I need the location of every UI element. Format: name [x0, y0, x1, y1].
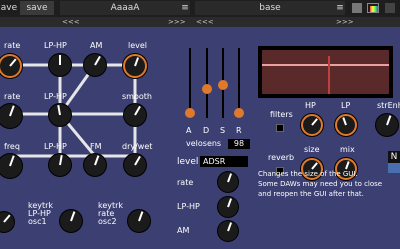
mod-lphp-knob[interactable]: [218, 197, 238, 217]
sustain-label: S: [220, 126, 226, 135]
lphp-knob-2[interactable]: [49, 104, 71, 126]
gui-size-button[interactable]: [388, 163, 400, 173]
save-button[interactable]: save: [20, 1, 54, 15]
smooth-label: smooth: [122, 92, 152, 101]
lphp-label-3: LP-HP: [44, 142, 67, 151]
velosens-value[interactable]: 98: [228, 139, 250, 149]
lphp-knob-1[interactable]: [49, 54, 71, 76]
keytrk-lphp-knob[interactable]: [60, 210, 82, 232]
extra-icon[interactable]: [385, 3, 395, 13]
gui-size-n-button[interactable]: N: [388, 151, 400, 163]
fm-label: FM: [90, 142, 102, 151]
attack-slider-thumb[interactable]: [185, 108, 195, 118]
decay-label: D: [203, 126, 210, 135]
decay-slider-thumb[interactable]: [202, 84, 212, 94]
lphp-label-1: LP-HP: [44, 41, 67, 50]
level-label-matrix: level: [128, 41, 148, 50]
keytrk-rate-knob[interactable]: [128, 210, 150, 232]
rate-label-2: rate: [4, 92, 21, 101]
help-line-2: Some DAWs may need you to close: [258, 180, 383, 188]
release-label: R: [236, 126, 242, 135]
preset-name-field[interactable]: AaaaA: [60, 1, 190, 15]
bank-name-field[interactable]: base: [195, 1, 345, 15]
mod-lphp-label: LP-HP: [177, 202, 200, 211]
bank-nav-prev[interactable]: <<<: [196, 18, 214, 26]
smooth-knob[interactable]: [124, 104, 146, 126]
nav-next[interactable]: >>>: [168, 18, 186, 26]
am-knob[interactable]: [84, 54, 106, 76]
hp-knob[interactable]: [301, 114, 323, 136]
mod-level-label: level: [177, 157, 199, 167]
lp-label: LP: [341, 101, 351, 110]
bank-nav-next[interactable]: >>>: [336, 18, 354, 26]
decay-slider-track: [206, 48, 208, 118]
am-label: AM: [90, 41, 103, 50]
filters-toggle[interactable]: [276, 124, 284, 132]
lphp-label-2: LP-HP: [44, 92, 67, 101]
menu-icon[interactable]: ≡: [180, 1, 190, 15]
mod-level-select[interactable]: ADSR: [200, 156, 248, 167]
release-slider-thumb[interactable]: [234, 108, 244, 118]
envelope-display: [258, 46, 393, 98]
nav-prev[interactable]: <<<: [62, 18, 80, 26]
freq-label: freq: [4, 142, 20, 151]
left-cut-button[interactable]: ave: [0, 1, 18, 15]
bank-menu-icon[interactable]: ≡: [335, 1, 345, 15]
lphp-knob-3[interactable]: [49, 154, 71, 176]
reverb-label: reverb: [268, 153, 295, 162]
mod-am-label: AM: [177, 226, 190, 235]
level-knob-matrix[interactable]: [123, 54, 147, 78]
mod-rate-label: rate: [177, 178, 194, 187]
keytrk-rate-label: keytrk rate osc2: [98, 201, 124, 226]
hp-label: HP: [305, 101, 316, 110]
strenh-knob[interactable]: [376, 114, 398, 136]
help-line-3: and reopen the GUI after that.: [258, 190, 364, 198]
filters-label: filters: [270, 110, 293, 119]
velosens-label: velosens: [186, 139, 222, 148]
attack-label: A: [186, 126, 192, 135]
keytrk-lphp-label: keytrk LP-HP osc1: [28, 201, 54, 226]
drywet-knob[interactable]: [124, 154, 146, 176]
mod-am-knob[interactable]: [218, 221, 238, 241]
mix-label: mix: [340, 145, 355, 154]
drywet-label: dry/wet: [122, 142, 153, 151]
fm-knob[interactable]: [84, 154, 106, 176]
size-label: size: [304, 145, 320, 154]
mod-rate-knob[interactable]: [218, 172, 238, 192]
sustain-slider-thumb[interactable]: [218, 80, 228, 90]
grid-icon[interactable]: [352, 3, 362, 13]
help-line-1: Changes the size of the GUI.: [258, 170, 358, 178]
color-swatch-icon[interactable]: [367, 3, 379, 13]
rate-label-1: rate: [4, 41, 21, 50]
strenh-label: strEnh: [377, 101, 400, 110]
lp-knob[interactable]: [335, 114, 357, 136]
